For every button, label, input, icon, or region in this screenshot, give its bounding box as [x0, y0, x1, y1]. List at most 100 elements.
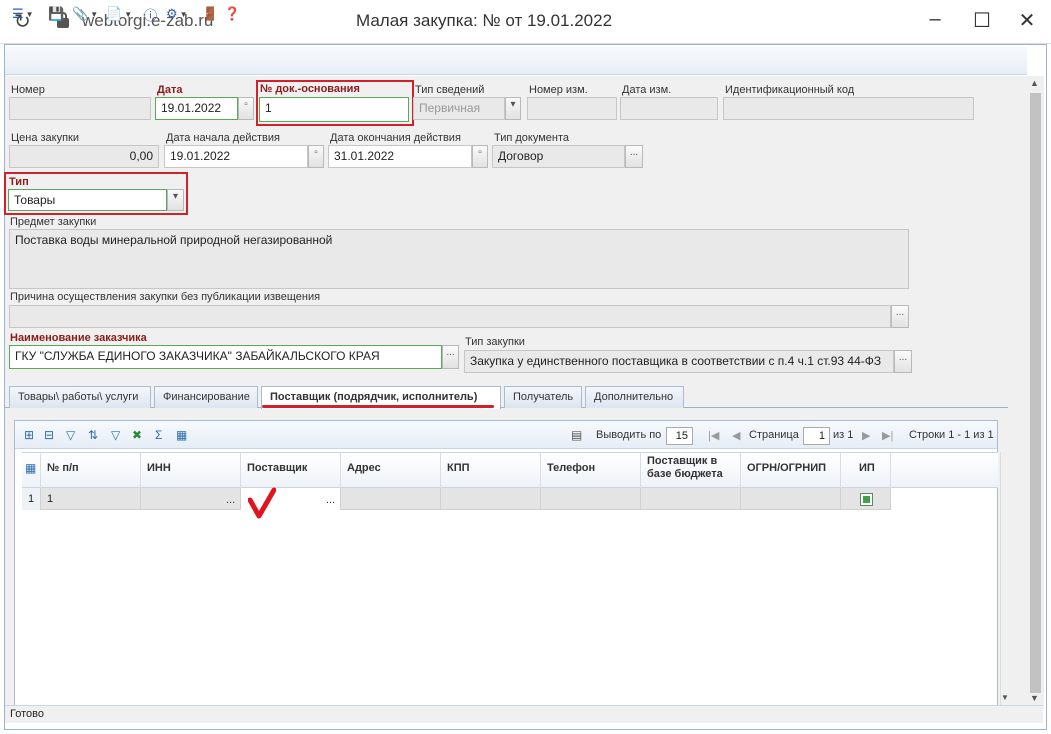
- tab-financing[interactable]: Финансирование: [154, 386, 258, 408]
- ellipsis-button[interactable]: ...: [625, 145, 643, 168]
- prichina-field[interactable]: [9, 305, 891, 328]
- grid-scroll-down-icon[interactable]: ▼: [1001, 693, 1009, 702]
- data-label: Дата: [157, 84, 183, 96]
- help-icon[interactable]: ❓: [224, 4, 240, 24]
- filter-icon[interactable]: ▽: [66, 428, 75, 442]
- first-page-icon[interactable]: |◀: [708, 429, 719, 442]
- col-ip[interactable]: ИП: [841, 452, 891, 488]
- document-icon[interactable]: 📄 ▼: [106, 4, 132, 24]
- tip-zakupki-field[interactable]: Закупка у единственного поставщика в соо…: [464, 350, 894, 373]
- data-okon-label: Дата окончания действия: [330, 132, 461, 144]
- cell-phone[interactable]: [541, 488, 641, 510]
- exit-icon[interactable]: 🚪: [202, 4, 218, 24]
- grid-scrollbar[interactable]: [1000, 452, 1010, 706]
- last-page-icon[interactable]: ▶|: [882, 429, 893, 442]
- cena-field[interactable]: 0,00: [9, 145, 159, 168]
- prichina-label: Причина осуществления закупки без публик…: [10, 291, 321, 303]
- page-input[interactable]: 1: [803, 427, 830, 445]
- actions-icon[interactable]: ☰ ▼: [12, 4, 34, 24]
- red-checkmark-annotation: [248, 487, 276, 519]
- ellipsis-button[interactable]: ...: [894, 350, 912, 373]
- sum-icon[interactable]: Σ: [155, 428, 162, 442]
- scroll-up-icon[interactable]: ▲: [1030, 78, 1039, 88]
- nomer-field[interactable]: [9, 97, 151, 120]
- calendar-icon[interactable]: ▫: [308, 145, 324, 168]
- tab-recipient[interactable]: Получатель: [504, 386, 582, 408]
- ellipsis-button[interactable]: ...: [442, 345, 459, 369]
- link-icon[interactable]: ⚙ ▼: [166, 4, 188, 24]
- rows-count: Строки 1 - 1 из 1: [909, 429, 994, 441]
- col-inn[interactable]: ИНН: [141, 452, 241, 488]
- ellipsis-button[interactable]: ...: [891, 305, 909, 328]
- tip-svedeniy-label: Тип сведений: [415, 84, 485, 96]
- cell-address[interactable]: [341, 488, 441, 510]
- col-phone[interactable]: Телефон: [541, 452, 641, 488]
- info-icon[interactable]: ⓘ: [144, 4, 157, 24]
- tab-goods[interactable]: Товары\ работы\ услуги: [9, 386, 151, 408]
- tip-svedeniy-field[interactable]: Первичная: [413, 97, 505, 120]
- cell-num[interactable]: 1: [41, 488, 141, 510]
- status-bar: Готово: [5, 705, 1043, 723]
- calendar-icon[interactable]: ▫: [472, 145, 488, 168]
- excel-icon[interactable]: ✖: [132, 428, 142, 442]
- tip-doc-label: Тип документа: [494, 132, 570, 144]
- col-budget-supplier[interactable]: Поставщик в базе бюджета: [641, 452, 741, 488]
- inn-ellipsis-button[interactable]: ...: [226, 494, 235, 506]
- tip-doc-field[interactable]: Договор: [492, 145, 625, 168]
- minimize-icon[interactable]: –: [920, 8, 950, 31]
- nomer-label: Номер: [11, 84, 45, 96]
- main-toolbar: [5, 47, 1027, 75]
- data-nach-label: Дата начала действия: [166, 132, 280, 144]
- export-icon[interactable]: ▤: [571, 428, 582, 442]
- col-num[interactable]: № п/п: [41, 452, 141, 488]
- zakazchik-label: Наименование заказчика: [10, 332, 147, 344]
- zakazchik-field[interactable]: ГКУ "СЛУЖБА ЕДИНОГО ЗАКАЗЧИКА" ЗАБАЙКАЛЬ…: [9, 345, 442, 369]
- chevron-down-icon[interactable]: ▾: [505, 97, 521, 120]
- grid-menu-icon[interactable]: ▦: [22, 452, 41, 488]
- window-title: Малая закупка: № от 19.01.2022: [356, 11, 613, 30]
- tip-label: Тип: [9, 176, 29, 188]
- cell-ogrn[interactable]: [741, 488, 841, 510]
- scroll-thumb[interactable]: [1030, 93, 1041, 693]
- ip-checkbox[interactable]: [860, 493, 873, 506]
- clear-filter-icon[interactable]: ▽: [111, 428, 120, 442]
- cell-budget-supplier[interactable]: [641, 488, 741, 510]
- nomer-izm-field[interactable]: [527, 97, 617, 120]
- delete-row-icon[interactable]: ⊟: [44, 428, 54, 442]
- maximize-icon[interactable]: ☐: [967, 8, 997, 33]
- calendar-icon[interactable]: ▫: [238, 97, 254, 120]
- cell-kpp[interactable]: [441, 488, 541, 510]
- next-page-icon[interactable]: ▶: [862, 429, 870, 442]
- doc-osn-label: № док.-основания: [260, 83, 360, 95]
- col-kpp[interactable]: КПП: [441, 452, 541, 488]
- col-supplier[interactable]: Поставщик: [241, 452, 341, 488]
- save-icon[interactable]: 💾: [48, 4, 64, 24]
- scroll-down-icon[interactable]: ▼: [1030, 693, 1039, 703]
- ident-kod-field[interactable]: [723, 97, 974, 120]
- per-page-input[interactable]: 15: [666, 427, 693, 445]
- tab-additional[interactable]: Дополнительно: [585, 386, 684, 408]
- tip-zakupki-label: Тип закупки: [465, 336, 525, 348]
- attach-icon[interactable]: 📎 ▼: [72, 4, 98, 24]
- data-field[interactable]: 19.01.2022: [155, 97, 238, 120]
- add-row-icon[interactable]: ⊞: [24, 428, 34, 442]
- browser-titlebar: ↻ webtorgi.e-zab.ru Малая закупка: № от …: [0, 0, 1051, 44]
- predmet-field[interactable]: Поставка воды минеральной природной нега…: [9, 229, 909, 289]
- columns-icon[interactable]: ▦: [176, 428, 187, 442]
- data-okon-field[interactable]: 31.01.2022: [328, 145, 472, 168]
- chevron-down-icon[interactable]: ▾: [167, 189, 184, 211]
- close-icon[interactable]: ✕: [1012, 8, 1042, 33]
- col-address[interactable]: Адрес: [341, 452, 441, 488]
- data-izm-label: Дата изм.: [622, 84, 672, 96]
- page-of-label: из 1: [833, 429, 854, 441]
- tip-field[interactable]: Товары: [8, 189, 167, 211]
- data-izm-field[interactable]: [620, 97, 718, 120]
- data-nach-field[interactable]: 19.01.2022: [164, 145, 308, 168]
- col-ogrn[interactable]: ОГРН/ОГРНИП: [741, 452, 841, 488]
- predmet-label: Предмет закупки: [10, 216, 97, 228]
- prev-page-icon[interactable]: ◀: [732, 429, 740, 442]
- doc-osn-field[interactable]: 1: [259, 97, 409, 122]
- ident-kod-label: Идентификационный код: [725, 84, 855, 96]
- sort-icon[interactable]: ⇅: [88, 428, 98, 442]
- supplier-ellipsis-button[interactable]: ...: [326, 494, 335, 506]
